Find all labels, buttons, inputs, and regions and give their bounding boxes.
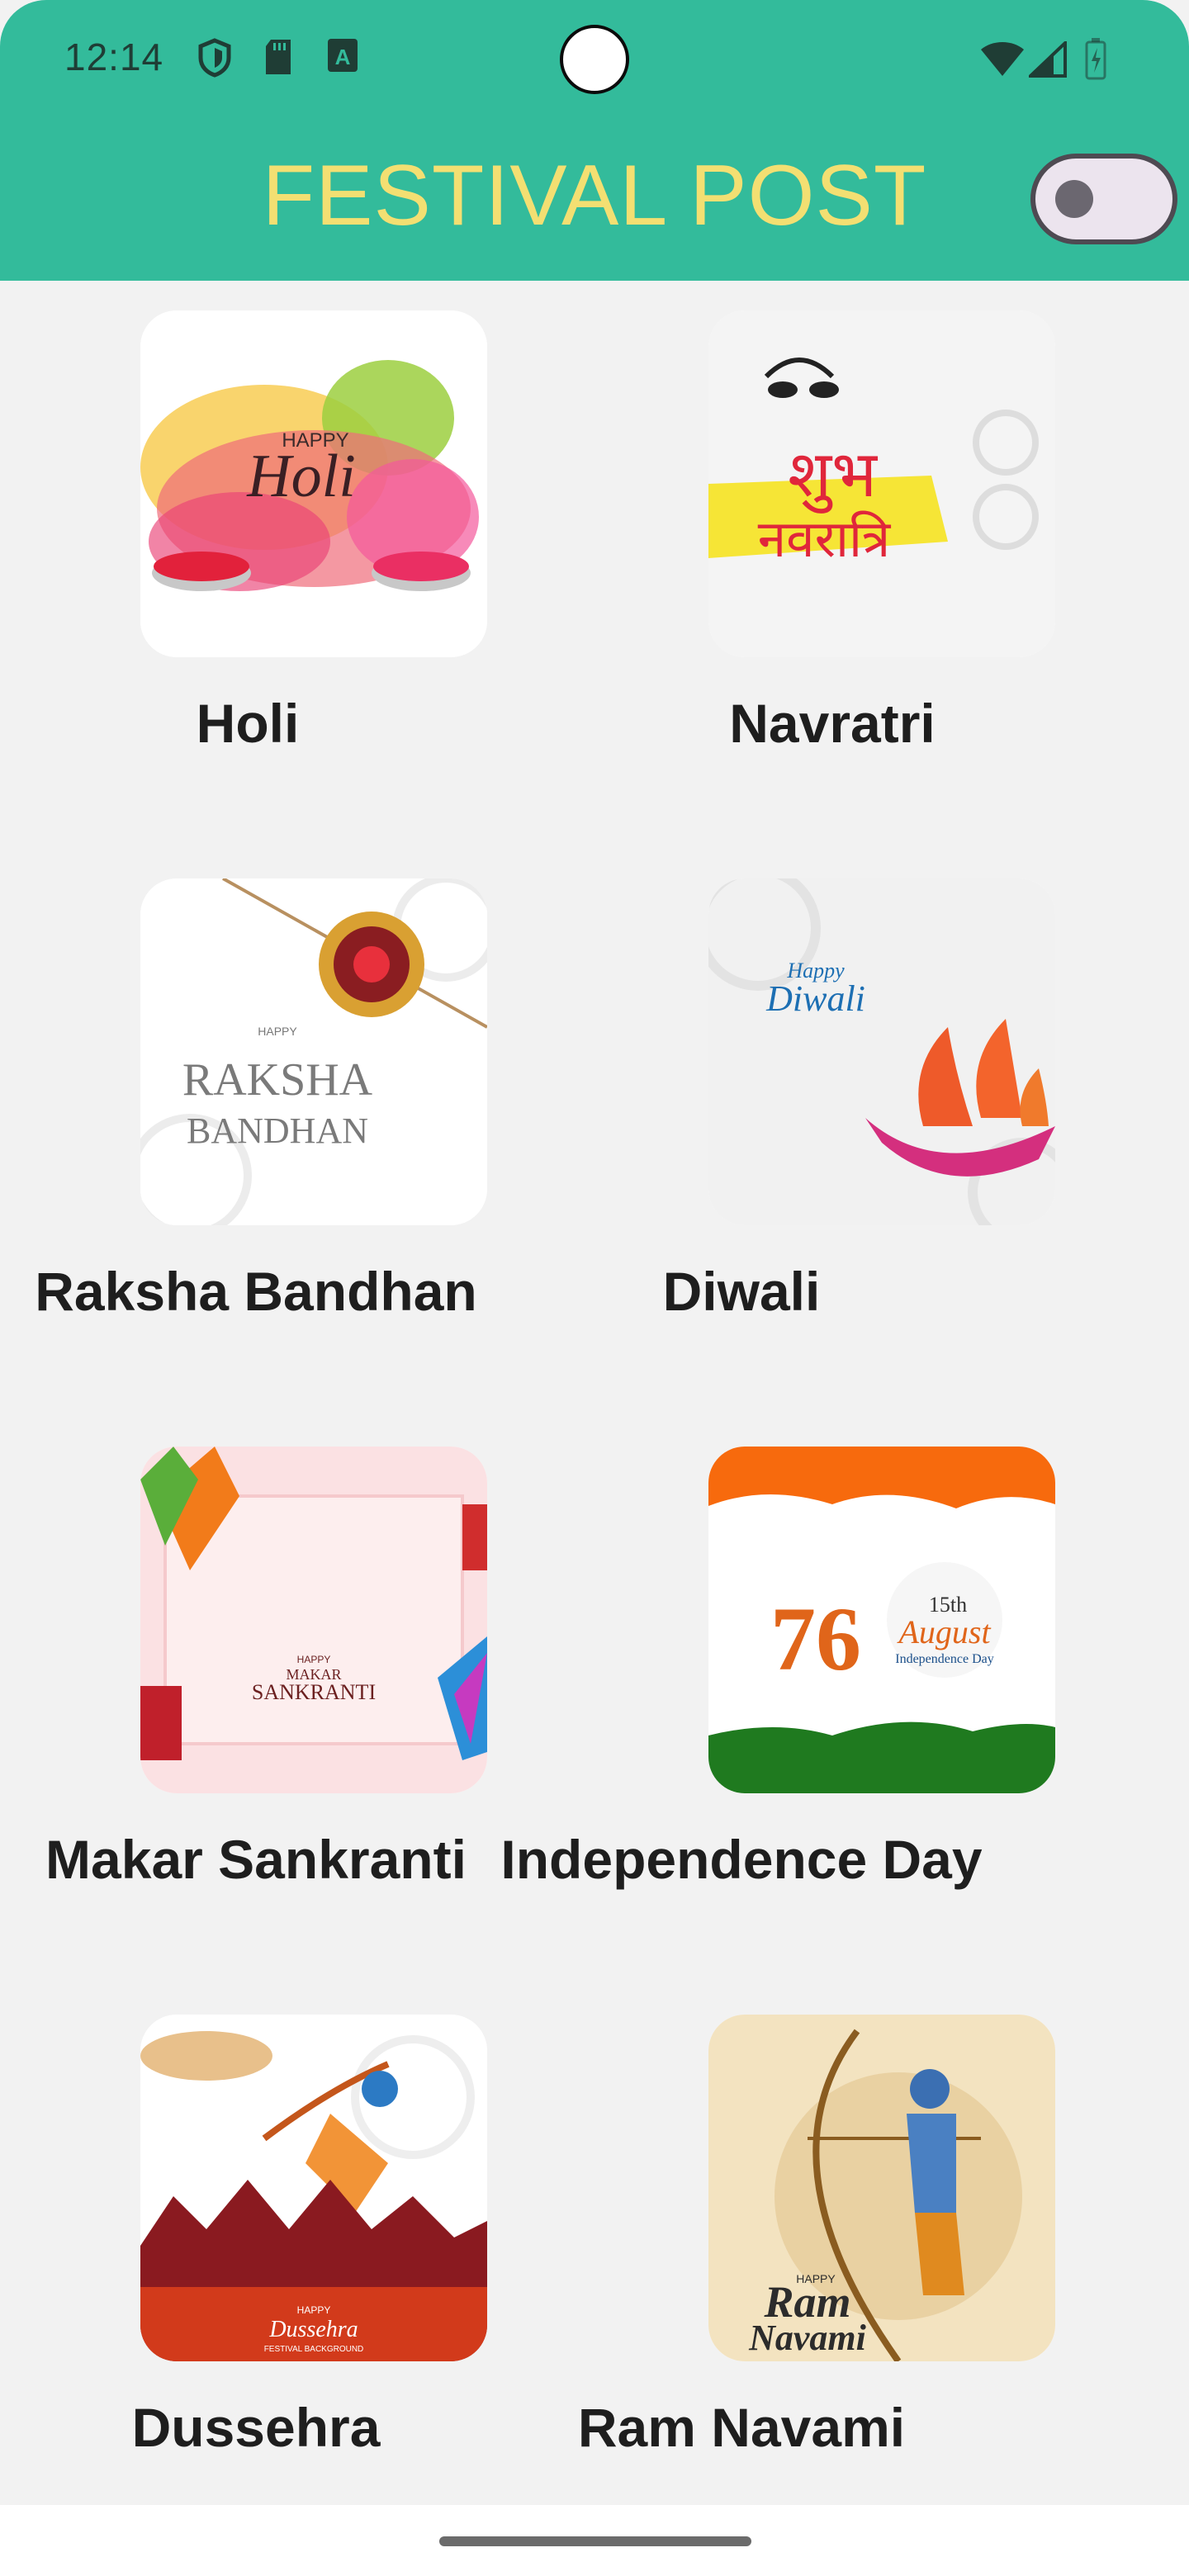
festival-card-navratri[interactable]: शुभ नवरात्रि Navratri [568,310,1063,839]
festival-label-holi: Holi [196,693,300,754]
independence-image-month: August [896,1613,991,1650]
toggle-knob [1055,180,1093,218]
wifi-icon [981,42,1024,76]
independence-image-subtitle: Independence Day [895,1652,994,1666]
festival-card-raksha-bandhan[interactable]: HAPPY RAKSHA BANDHAN Raksha Bandhan [0,878,495,1407]
navratri-image-line1: शुभ [788,438,878,514]
font-a-icon: A [328,39,358,72]
diwali-image[interactable]: Happy Diwali [708,878,1055,1225]
sd-card-icon [266,40,291,74]
festival-label-diwali: Diwali [662,1261,821,1322]
dussehra-image[interactable]: HAPPY Dussehra FESTIVAL BACKGROUND [140,2015,487,2361]
shield-icon [198,38,231,78]
makar-sankranti-image[interactable]: HAPPY MAKAR SANKRANTI [140,1447,487,1793]
ramnavami-image-line3: Navami [748,2318,867,2358]
festival-label-ram-navami: Ram Navami [577,2397,906,2458]
diwali-image-title: Diwali [765,978,865,1019]
festival-card-independence-day[interactable]: 76 15th August Independence Day Independ… [500,1447,1063,1975]
ram-navami-image[interactable]: HAPPY Ram Navami [708,2015,1055,2361]
dussehra-image-title: Dussehra [268,2317,358,2342]
holi-image[interactable]: HAPPY Holi [140,310,487,657]
dussehra-image-sub: FESTIVAL BACKGROUND [264,2345,364,2354]
festival-card-makar-sankranti[interactable]: HAPPY MAKAR SANKRANTI Makar Sankranti [0,1447,495,1975]
raksha-bandhan-image[interactable]: HAPPY RAKSHA BANDHAN [140,878,487,1225]
festival-card-ram-navami[interactable]: HAPPY Ram Navami Ram Navami [568,2015,1063,2543]
independence-image-number: 76 [770,1589,861,1689]
status-bar: 12:14 A [0,0,1189,116]
dussehra-image-happy: HAPPY [297,2304,331,2316]
battery-icon [1085,38,1106,80]
makar-image-line3: SANKRANTI [252,1680,376,1704]
front-camera-cutout [560,25,629,94]
raksha-image-line3: BANDHAN [187,1110,368,1151]
home-indicator[interactable] [439,2536,751,2546]
festival-card-dussehra[interactable]: HAPPY Dussehra FESTIVAL BACKGROUND Dusse… [0,2015,495,2543]
status-time: 12:14 [64,36,164,78]
svg-text:A: A [335,45,351,69]
festival-card-holi[interactable]: HAPPY Holi Holi [0,310,495,839]
festival-label-independence-day: Independence Day [500,1829,983,1890]
app-header: 12:14 A FESTIVAL POST [0,0,1189,281]
theme-toggle-switch[interactable] [1030,154,1177,244]
raksha-image-happy: HAPPY [258,1025,297,1038]
festival-label-navratri: Navratri [729,693,936,754]
signal-icon [1029,41,1067,78]
page-title: FESTIVAL POST [262,148,927,244]
festival-card-diwali[interactable]: Happy Diwali Diwali [568,878,1063,1407]
raksha-image-line2: RAKSHA [182,1054,373,1106]
makar-image-happy: HAPPY [297,1654,331,1665]
navratri-image[interactable]: शुभ नवरात्रि [708,310,1055,657]
navratri-image-line2: नवरात्रि [758,509,892,569]
independence-day-image[interactable]: 76 15th August Independence Day [708,1447,1055,1793]
holi-image-title: Holi [246,443,356,510]
